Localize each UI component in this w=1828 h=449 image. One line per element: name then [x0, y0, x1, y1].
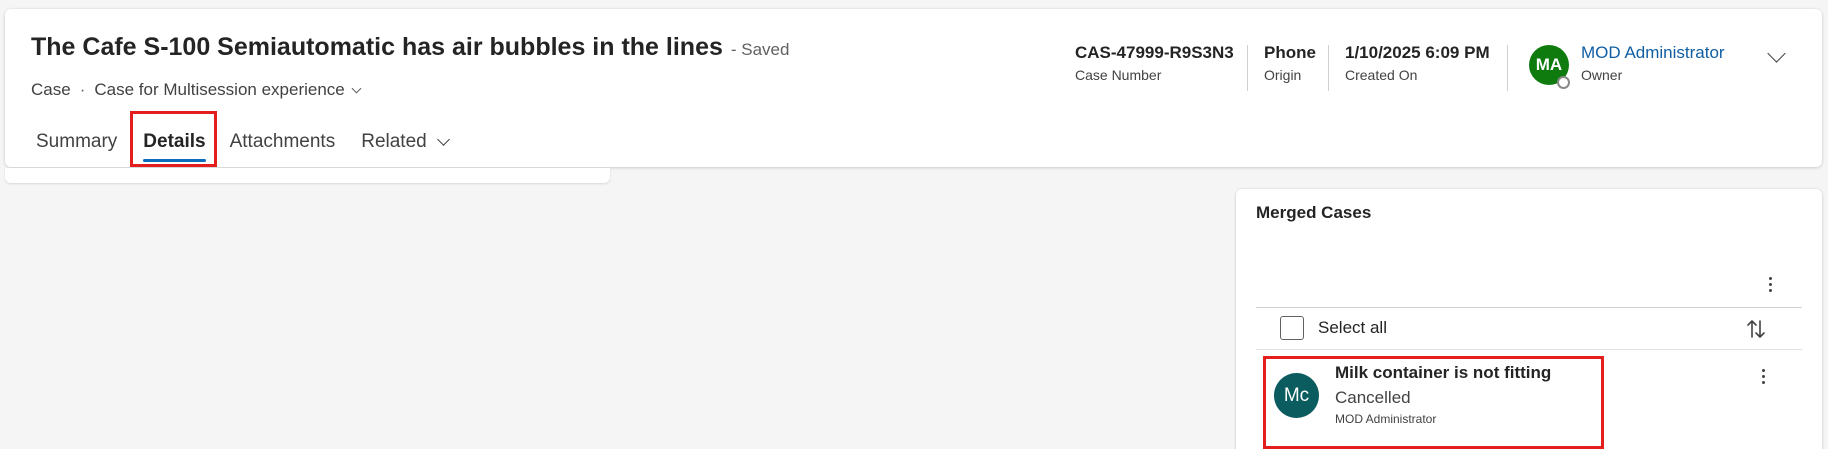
field-label: Owner [1581, 67, 1623, 83]
tab-label: Details [143, 131, 206, 152]
tab-label: Summary [36, 131, 118, 152]
form-selector[interactable]: Case for Multisession experience [94, 80, 362, 100]
details-section-card [5, 168, 610, 183]
entity-form-row: Case · Case for Multisession experience [31, 80, 362, 100]
tab-summary[interactable]: Summary [24, 122, 129, 162]
owner-link[interactable]: MOD Administrator [1581, 43, 1725, 63]
sort-arrows-icon[interactable] [1744, 317, 1768, 341]
header-field-owner: MOD Administrator Owner [1581, 43, 1725, 83]
chevron-down-icon [1767, 44, 1786, 63]
merged-cases-card: Merged Cases Select all Mc Milk containe… [1236, 189, 1822, 449]
header-field-created-on: 1/10/2025 6:09 PM Created On [1345, 43, 1490, 83]
presence-offline-icon [1557, 76, 1570, 89]
list-divider [1256, 349, 1802, 350]
select-all-checkbox[interactable] [1280, 316, 1304, 340]
avatar: Mc [1274, 373, 1319, 418]
tab-details[interactable]: Details [131, 122, 217, 162]
entity-separator: · [79, 80, 86, 99]
list-item[interactable]: Mc Milk container is not fitting Cancell… [1266, 359, 1601, 446]
field-label: Case Number [1075, 67, 1162, 83]
form-selector-label: Case for Multisession experience [94, 80, 345, 99]
header-expand-button[interactable] [1761, 41, 1797, 73]
list-divider [1256, 307, 1802, 308]
field-value: Phone [1264, 43, 1316, 62]
tab-list: Summary Details Attachments Related [24, 118, 460, 166]
field-label: Created On [1345, 67, 1418, 83]
save-status: - Saved [730, 40, 790, 59]
record-header: The Cafe S-100 Semiautomatic has air bub… [5, 9, 1822, 167]
tab-related[interactable]: Related [349, 122, 460, 162]
entity-name: Case [31, 80, 71, 99]
tab-label: Related [361, 131, 427, 152]
field-value: CAS-47999-R9S3N3 [1075, 43, 1234, 62]
tab-attachments[interactable]: Attachments [218, 122, 348, 162]
more-vertical-icon[interactable] [1751, 364, 1775, 388]
header-divider [1328, 45, 1329, 91]
chevron-down-icon [351, 83, 362, 93]
record-title: Milk container is not fitting [1335, 363, 1552, 382]
record-status: Cancelled [1335, 388, 1411, 407]
header-field-origin: Phone Origin [1264, 43, 1316, 83]
record-title-row: The Cafe S-100 Semiautomatic has air bub… [31, 33, 789, 62]
tab-label: Attachments [229, 131, 336, 152]
header-divider [1507, 45, 1508, 91]
header-field-case-number: CAS-47999-R9S3N3 Case Number [1075, 43, 1234, 83]
header-divider [1247, 45, 1248, 91]
select-all-label: Select all [1318, 318, 1387, 337]
field-label: Origin [1264, 67, 1302, 83]
select-all-toggle[interactable]: Select all [1280, 316, 1387, 340]
record-owner: MOD Administrator [1335, 412, 1437, 426]
chevron-down-icon [436, 132, 450, 146]
more-vertical-icon[interactable] [1758, 272, 1782, 296]
merged-cases-title: Merged Cases [1256, 203, 1372, 222]
record-title: The Cafe S-100 Semiautomatic has air bub… [31, 33, 723, 61]
field-value: 1/10/2025 6:09 PM [1345, 43, 1490, 62]
